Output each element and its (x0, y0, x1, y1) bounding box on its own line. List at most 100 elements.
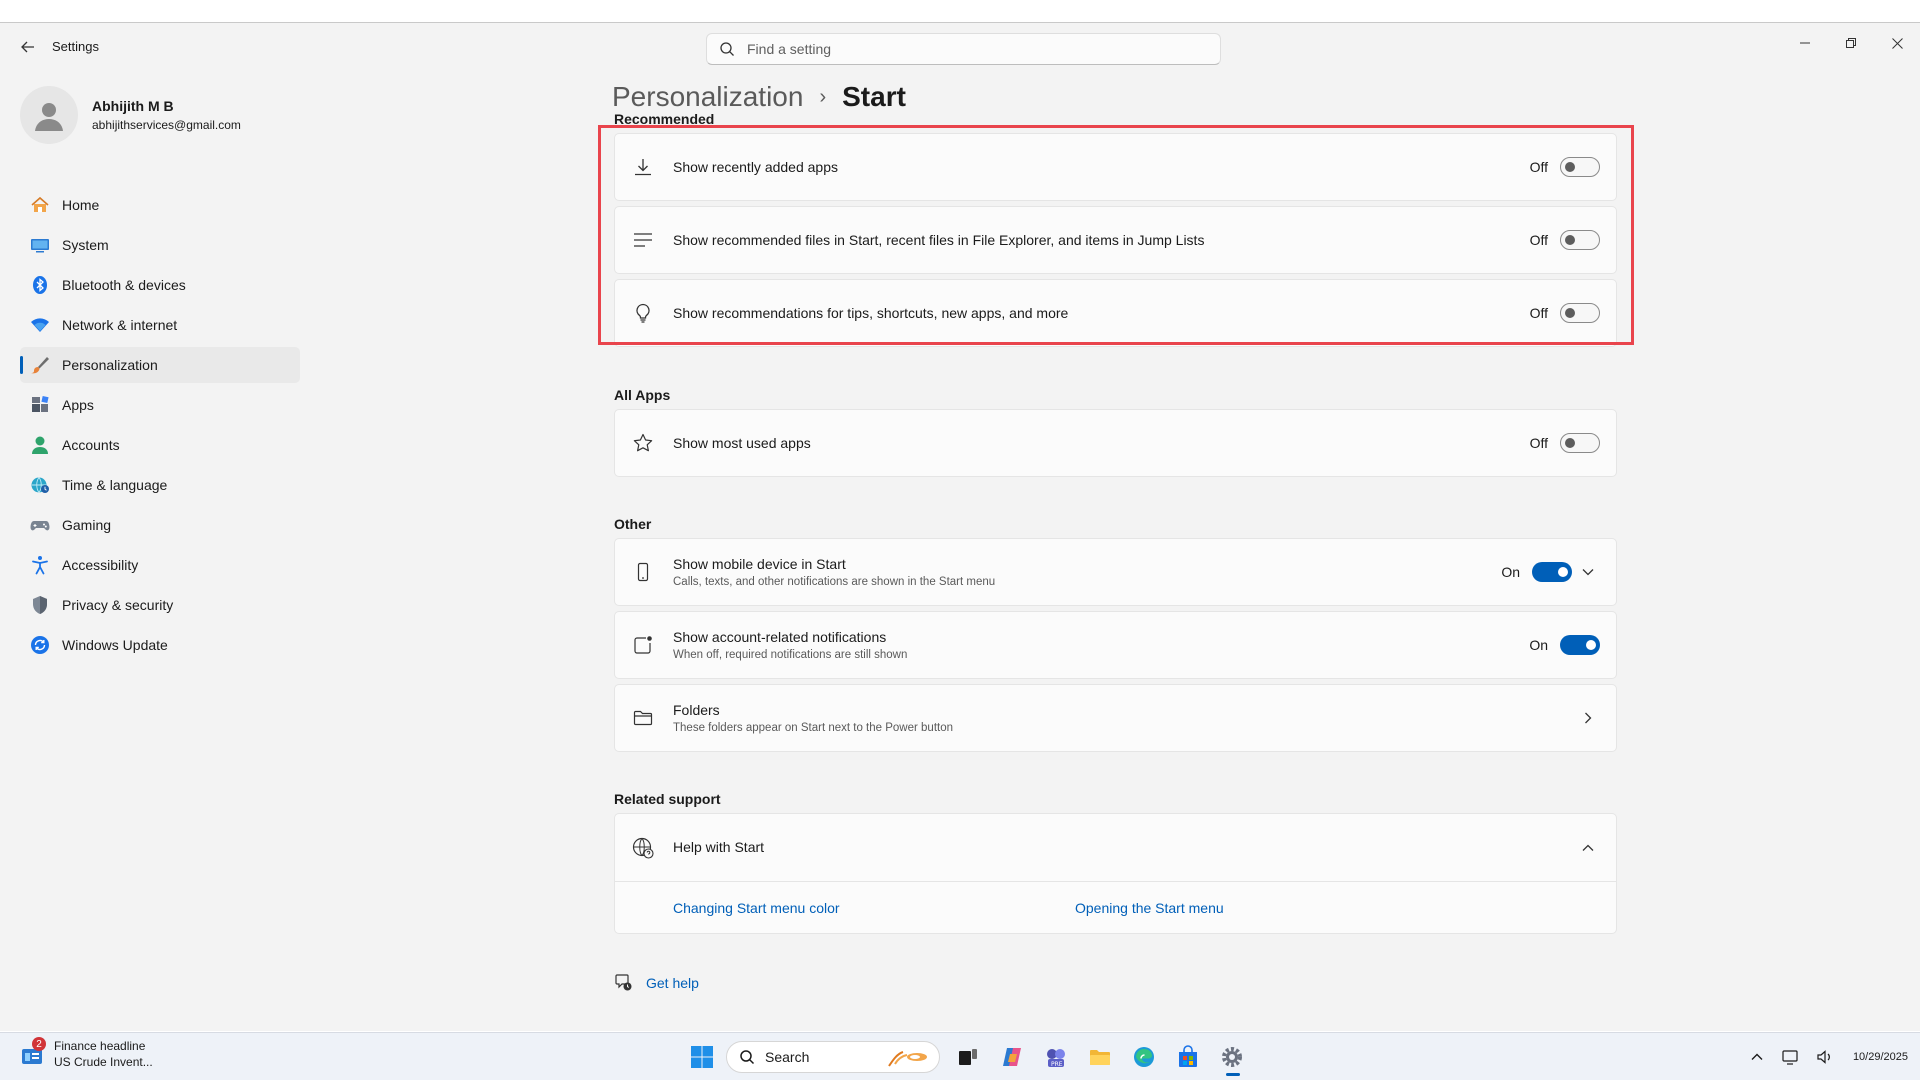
title-bar: Settings (0, 23, 1920, 71)
sidebar-item-label: Bluetooth & devices (62, 277, 186, 293)
back-arrow-icon (21, 41, 34, 53)
network-status-icon[interactable] (1779, 1045, 1803, 1069)
file-explorer-button[interactable] (1080, 1041, 1120, 1073)
taskbar-search[interactable]: Search (726, 1041, 940, 1073)
link-opening-start-menu[interactable]: Opening the Start menu (1075, 900, 1224, 916)
setting-card-mobile-device[interactable]: Show mobile device in Start Calls, texts… (614, 538, 1617, 606)
help-with-start-card: Help with Start Changing Start menu colo… (614, 813, 1617, 934)
wifi-icon (30, 315, 50, 335)
sidebar-item-accounts[interactable]: Accounts (20, 427, 300, 463)
close-icon (1891, 37, 1903, 49)
toggle-state-label: On (1529, 637, 1548, 653)
mobile-device-toggle[interactable] (1532, 562, 1572, 582)
restore-button[interactable] (1828, 23, 1874, 63)
copilot-icon (1003, 1048, 1021, 1066)
user-profile[interactable]: Abhijith M B abhijithservices@gmail.com (20, 83, 241, 147)
start-button[interactable] (682, 1041, 722, 1073)
breadcrumb-parent[interactable]: Personalization (612, 81, 803, 113)
chevron-up-icon[interactable] (1580, 840, 1596, 856)
help-with-start-header[interactable]: Help with Start (615, 814, 1616, 882)
teams-icon: PRE (1047, 1049, 1065, 1068)
sidebar-item-apps[interactable]: Apps (20, 387, 300, 423)
settings-window: Settings Abhijith M B abhijithservices@g… (0, 22, 1920, 1031)
update-icon (30, 635, 50, 655)
app-title: Settings (52, 39, 99, 54)
settings-app-button[interactable] (1212, 1041, 1252, 1076)
setting-card-folders[interactable]: Folders These folders appear on Start ne… (614, 684, 1617, 752)
sidebar-item-home[interactable]: Home (20, 187, 300, 223)
sidebar-item-network[interactable]: Network & internet (20, 307, 300, 343)
sidebar-item-personalization[interactable]: Personalization (20, 347, 300, 383)
search-icon (720, 42, 734, 56)
window-controls (1782, 23, 1920, 63)
account-notifications-toggle[interactable] (1560, 635, 1600, 655)
sidebar-item-gaming[interactable]: Gaming (20, 507, 300, 543)
recently-added-toggle[interactable] (1560, 157, 1600, 177)
minimize-button[interactable] (1782, 23, 1828, 63)
close-button[interactable] (1874, 23, 1920, 63)
sidebar-item-label: Home (62, 197, 100, 213)
gear-icon (1222, 1047, 1242, 1067)
taskbar-apps: Search PRE (682, 1041, 1256, 1076)
show-hidden-icons-button[interactable] (1745, 1045, 1769, 1069)
teams-button[interactable]: PRE (1036, 1041, 1076, 1073)
get-help-icon (615, 974, 632, 991)
sidebar-item-label: Time & language (62, 477, 168, 493)
toggle-state-label: Off (1529, 305, 1548, 321)
accounts-icon (30, 435, 50, 455)
widgets-button[interactable]: 2 Finance headline US Crude Invent... (20, 1037, 153, 1069)
chevron-right-icon[interactable] (1580, 710, 1596, 726)
folder-icon (1090, 1050, 1110, 1065)
setting-title: Show recommended files in Start, recent … (673, 232, 1205, 248)
sidebar-item-system[interactable]: System (20, 227, 300, 263)
breadcrumb: Personalization › Start (612, 81, 906, 113)
get-help-link[interactable]: Get help (614, 973, 699, 993)
windows-logo-icon (691, 1046, 713, 1068)
setting-card-recommended-files: Show recommended files in Start, recent … (614, 206, 1617, 274)
star-icon (631, 431, 655, 455)
settings-search-box[interactable] (706, 33, 1221, 65)
sidebar-item-label: Accounts (62, 437, 120, 453)
sidebar-item-label: Personalization (62, 357, 158, 373)
profile-email: abhijithservices@gmail.com (92, 118, 241, 132)
link-changing-start-menu-color[interactable]: Changing Start menu color (673, 900, 840, 916)
section-title-all-apps: All Apps (614, 387, 671, 403)
back-button[interactable] (14, 35, 42, 59)
edge-button[interactable] (1124, 1041, 1164, 1073)
task-view-button[interactable] (948, 1041, 988, 1073)
system-tray: 10/29/2025 (1745, 1033, 1908, 1080)
recommended-files-toggle[interactable] (1560, 230, 1600, 250)
settings-search-input[interactable] (747, 41, 1187, 57)
store-button[interactable] (1168, 1041, 1208, 1073)
setting-title: Show mobile device in Start (673, 556, 846, 572)
recommendations-toggle[interactable] (1560, 303, 1600, 323)
search-highlight-icon (888, 1051, 927, 1067)
apps-icon (30, 395, 50, 415)
shield-icon (30, 595, 50, 615)
volume-icon[interactable] (1813, 1045, 1837, 1069)
sidebar-nav: Home System Bluetooth & devices Network … (20, 187, 300, 667)
download-icon (631, 155, 655, 179)
sidebar-item-time-language[interactable]: Time & language (20, 467, 300, 503)
setting-card-account-notifications: Show account-related notifications When … (614, 611, 1617, 679)
clock[interactable]: 10/29/2025 (1853, 1051, 1908, 1063)
most-used-toggle[interactable] (1560, 433, 1600, 453)
sidebar-item-label: Apps (62, 397, 94, 413)
chevron-down-icon[interactable] (1580, 564, 1596, 580)
sidebar-item-label: Accessibility (62, 557, 139, 573)
sidebar-item-accessibility[interactable]: Accessibility (20, 547, 300, 583)
notification-badge: 2 (32, 1037, 46, 1051)
list-icon (631, 228, 655, 252)
widget-subheadline: US Crude Invent... (54, 1055, 153, 1069)
setting-title: Show recently added apps (673, 159, 838, 175)
get-help-label[interactable]: Get help (646, 975, 699, 991)
chevron-up-icon (1751, 1053, 1763, 1060)
copilot-button[interactable] (992, 1041, 1032, 1073)
sidebar-item-bluetooth[interactable]: Bluetooth & devices (20, 267, 300, 303)
system-icon (30, 235, 50, 255)
minimize-icon (1800, 42, 1810, 44)
sidebar-item-windows-update[interactable]: Windows Update (20, 627, 300, 663)
widget-headline: Finance headline (54, 1039, 146, 1053)
sidebar-item-privacy-security[interactable]: Privacy & security (20, 587, 300, 623)
setting-card-recently-added: Show recently added apps Off (614, 133, 1617, 201)
